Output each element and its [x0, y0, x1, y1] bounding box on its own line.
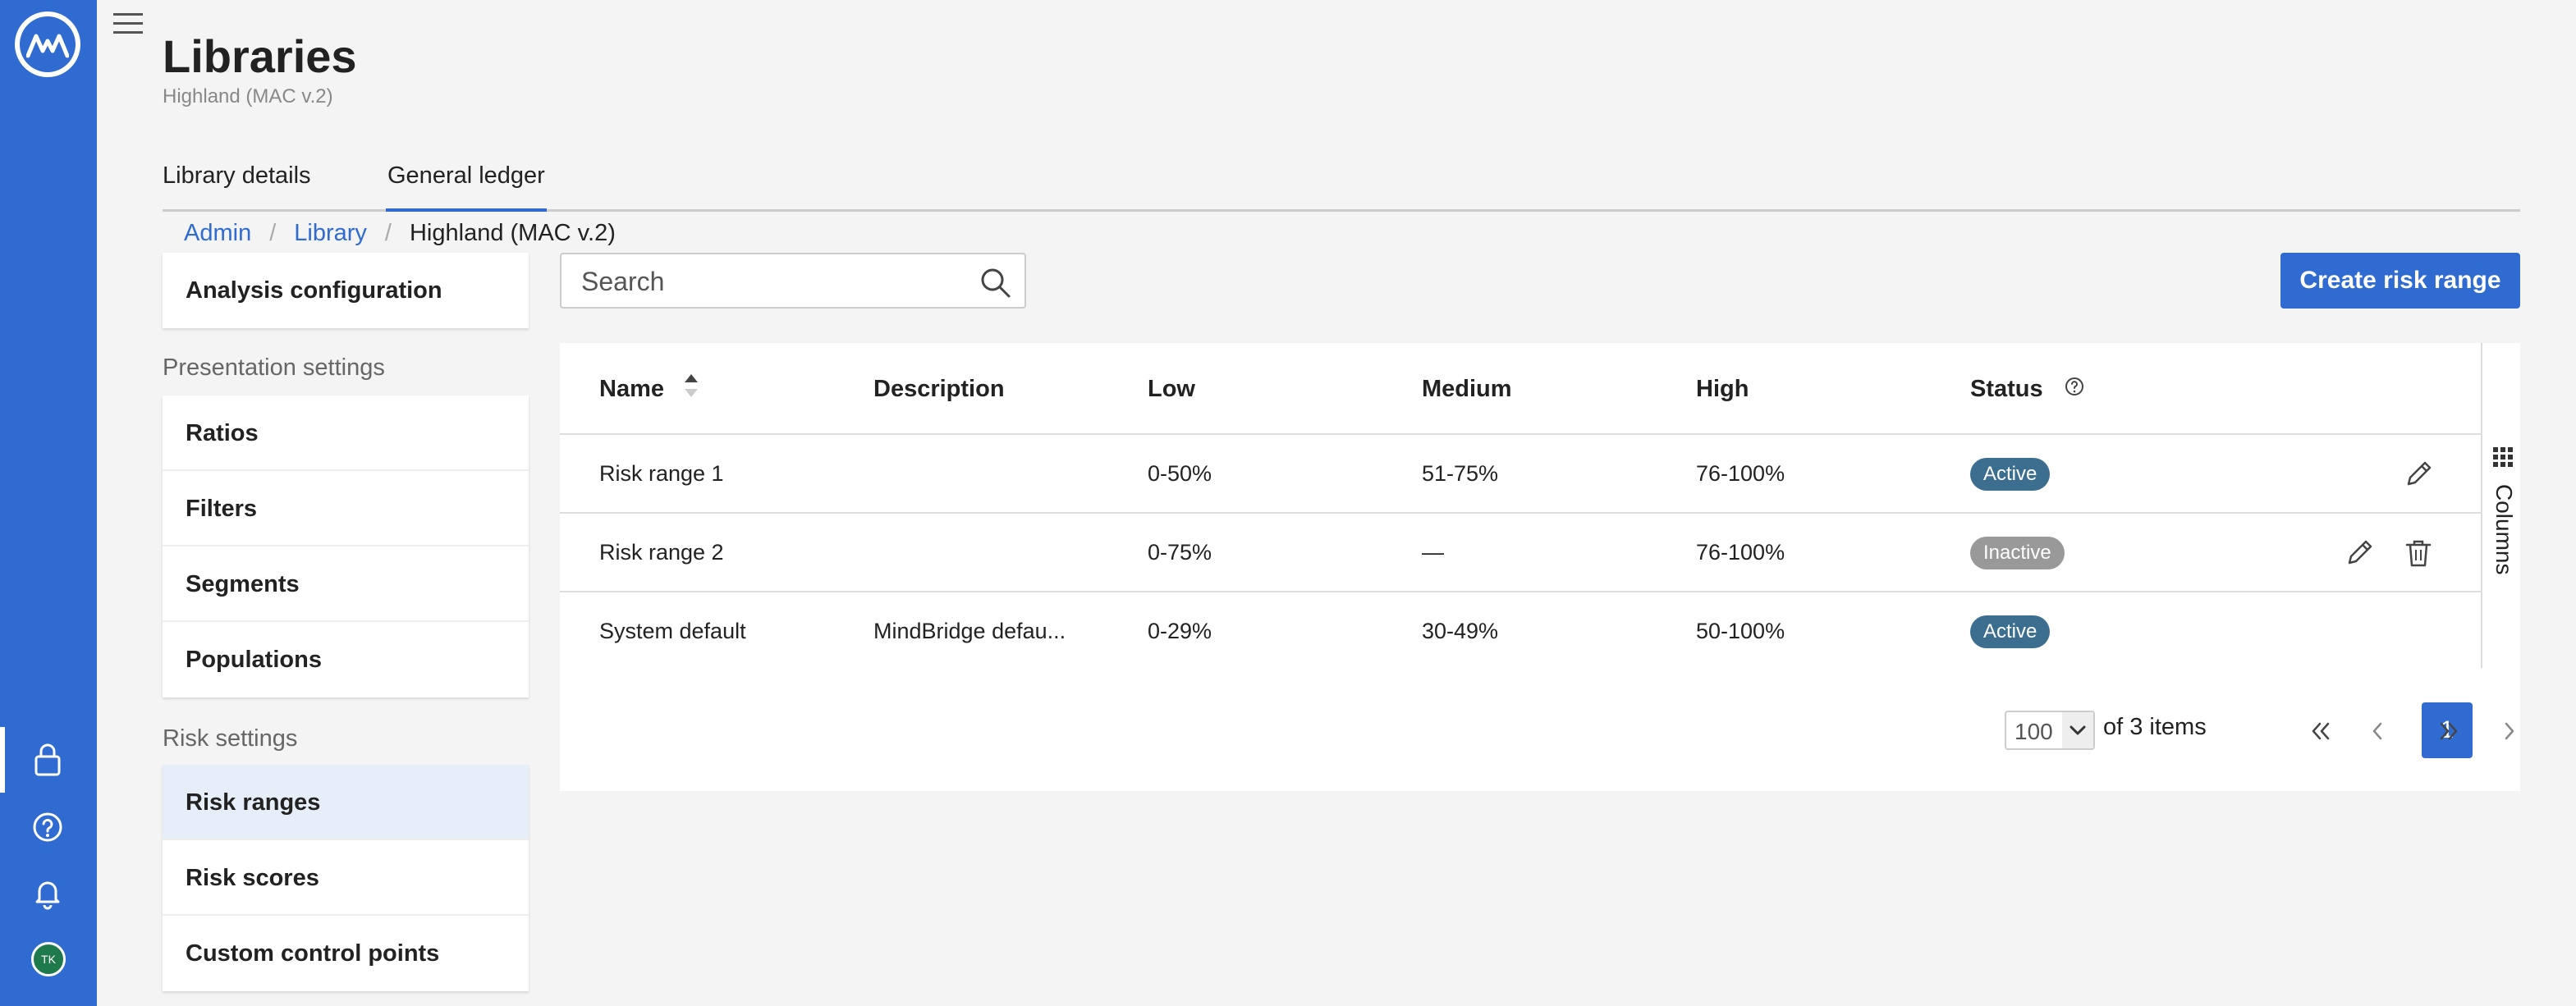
- menu-presentation-card: Ratios Filters Segments Populations: [163, 396, 529, 697]
- cell-low: 0-29%: [1148, 619, 1212, 643]
- section-label-presentation: Presentation settings: [163, 354, 385, 381]
- cell-medium: 51-75%: [1422, 461, 1499, 486]
- rail-active-indicator: [0, 727, 5, 793]
- breadcrumb-separator: /: [384, 220, 392, 246]
- menu-item-segments[interactable]: Segments: [163, 546, 529, 622]
- page-subtitle: Highland (MAC v.2): [163, 85, 333, 107]
- column-header-medium[interactable]: Medium: [1422, 376, 1512, 403]
- column-header-low[interactable]: Low: [1148, 376, 1195, 403]
- pagination-item-count: of 3 items: [2103, 714, 2207, 740]
- trash-icon[interactable]: [2402, 537, 2435, 569]
- cell-high: 76-100%: [1696, 540, 1785, 565]
- cell-low: 0-75%: [1148, 540, 1212, 565]
- left-rail: TK: [0, 0, 97, 1006]
- help-icon[interactable]: [28, 807, 67, 847]
- page-title: Libraries: [163, 30, 357, 82]
- search-icon[interactable]: [979, 266, 1011, 299]
- column-header-description[interactable]: Description: [873, 376, 1005, 403]
- menu-item-risk-scores[interactable]: Risk scores: [163, 840, 529, 916]
- cell-low: 0-50%: [1148, 461, 1212, 486]
- cell-high: 76-100%: [1696, 461, 1785, 486]
- avatar[interactable]: TK: [31, 942, 66, 976]
- lock-icon[interactable]: [28, 740, 67, 780]
- column-header-name[interactable]: Name: [599, 376, 664, 403]
- column-header-high[interactable]: High: [1696, 376, 1749, 403]
- breadcrumb-current: Highland (MAC v.2): [409, 220, 616, 246]
- bell-icon[interactable]: [28, 873, 67, 912]
- dropdown-area: [2062, 712, 2093, 748]
- status-badge: Active: [1970, 615, 2051, 648]
- section-label-risk: Risk settings: [163, 725, 298, 752]
- columns-label: Columns: [2491, 484, 2517, 575]
- table-row[interactable]: System default MindBridge defau... 0-29%…: [560, 592, 2481, 671]
- cell-medium: 30-49%: [1422, 619, 1499, 643]
- edit-icon[interactable]: [2343, 537, 2376, 569]
- table-row[interactable]: Risk range 2 0-75% — 76-100% Inactive: [560, 514, 2481, 592]
- first-page-icon[interactable]: [2307, 717, 2335, 745]
- logo-icon[interactable]: [15, 11, 80, 77]
- status-badge: Inactive: [1970, 537, 2065, 569]
- menu-item-risk-ranges[interactable]: Risk ranges: [163, 765, 529, 840]
- previous-page-icon[interactable]: [2364, 717, 2392, 745]
- page-size-value: 100: [2015, 719, 2053, 744]
- grid-icon: [2493, 447, 2513, 467]
- table-row[interactable]: Risk range 1 0-50% 51-75% 76-100% Active: [560, 435, 2481, 514]
- cell-high: 50-100%: [1696, 619, 1785, 643]
- menu-top-card: Analysis configuration: [163, 253, 529, 328]
- menu-item-custom-control-points[interactable]: Custom control points: [163, 916, 529, 991]
- breadcrumb-admin[interactable]: Admin: [184, 220, 251, 246]
- last-page-icon[interactable]: [2435, 717, 2463, 745]
- table-header-row: Name Description Low Medium High Status: [560, 343, 2481, 435]
- menu-icon[interactable]: [113, 11, 143, 36]
- risk-ranges-table: Name Description Low Medium High Status …: [560, 343, 2520, 791]
- status-badge: Active: [1970, 458, 2051, 491]
- create-risk-range-button[interactable]: Create risk range: [2280, 253, 2520, 309]
- tab-bar: Library details General ledger: [163, 161, 2520, 212]
- breadcrumb: Admin / Library / Highland (MAC v.2): [184, 218, 616, 248]
- column-header-status[interactable]: Status: [1970, 376, 2043, 403]
- menu-item-analysis-configuration[interactable]: Analysis configuration: [163, 253, 529, 328]
- search-input[interactable]: [581, 263, 959, 300]
- cell-name: Risk range 1: [599, 461, 724, 486]
- tab-general-ledger[interactable]: General ledger: [386, 161, 547, 212]
- search-box: [560, 253, 1026, 309]
- menu-item-populations[interactable]: Populations: [163, 622, 529, 697]
- info-icon[interactable]: [2064, 376, 2085, 397]
- sort-ascending-icon[interactable]: [683, 373, 699, 399]
- columns-panel-toggle[interactable]: Columns: [2481, 343, 2520, 668]
- breadcrumb-separator: /: [269, 220, 277, 246]
- cell-medium: —: [1422, 540, 1444, 565]
- menu-item-filters[interactable]: Filters: [163, 471, 529, 546]
- cell-name: Risk range 2: [599, 540, 724, 565]
- page-size-select[interactable]: 100: [2005, 711, 2095, 750]
- menu-item-ratios[interactable]: Ratios: [163, 396, 529, 471]
- tab-library-details[interactable]: Library details: [163, 161, 311, 212]
- menu-risk-card: Risk ranges Risk scores Custom control p…: [163, 765, 529, 991]
- avatar-initials: TK: [41, 953, 56, 966]
- edit-icon[interactable]: [2402, 458, 2435, 491]
- next-page-icon[interactable]: [2496, 717, 2523, 745]
- cell-name: System default: [599, 619, 746, 643]
- breadcrumb-library[interactable]: Library: [294, 220, 367, 246]
- chevron-down-icon: [2070, 725, 2086, 735]
- cell-description: MindBridge defau...: [873, 619, 1066, 643]
